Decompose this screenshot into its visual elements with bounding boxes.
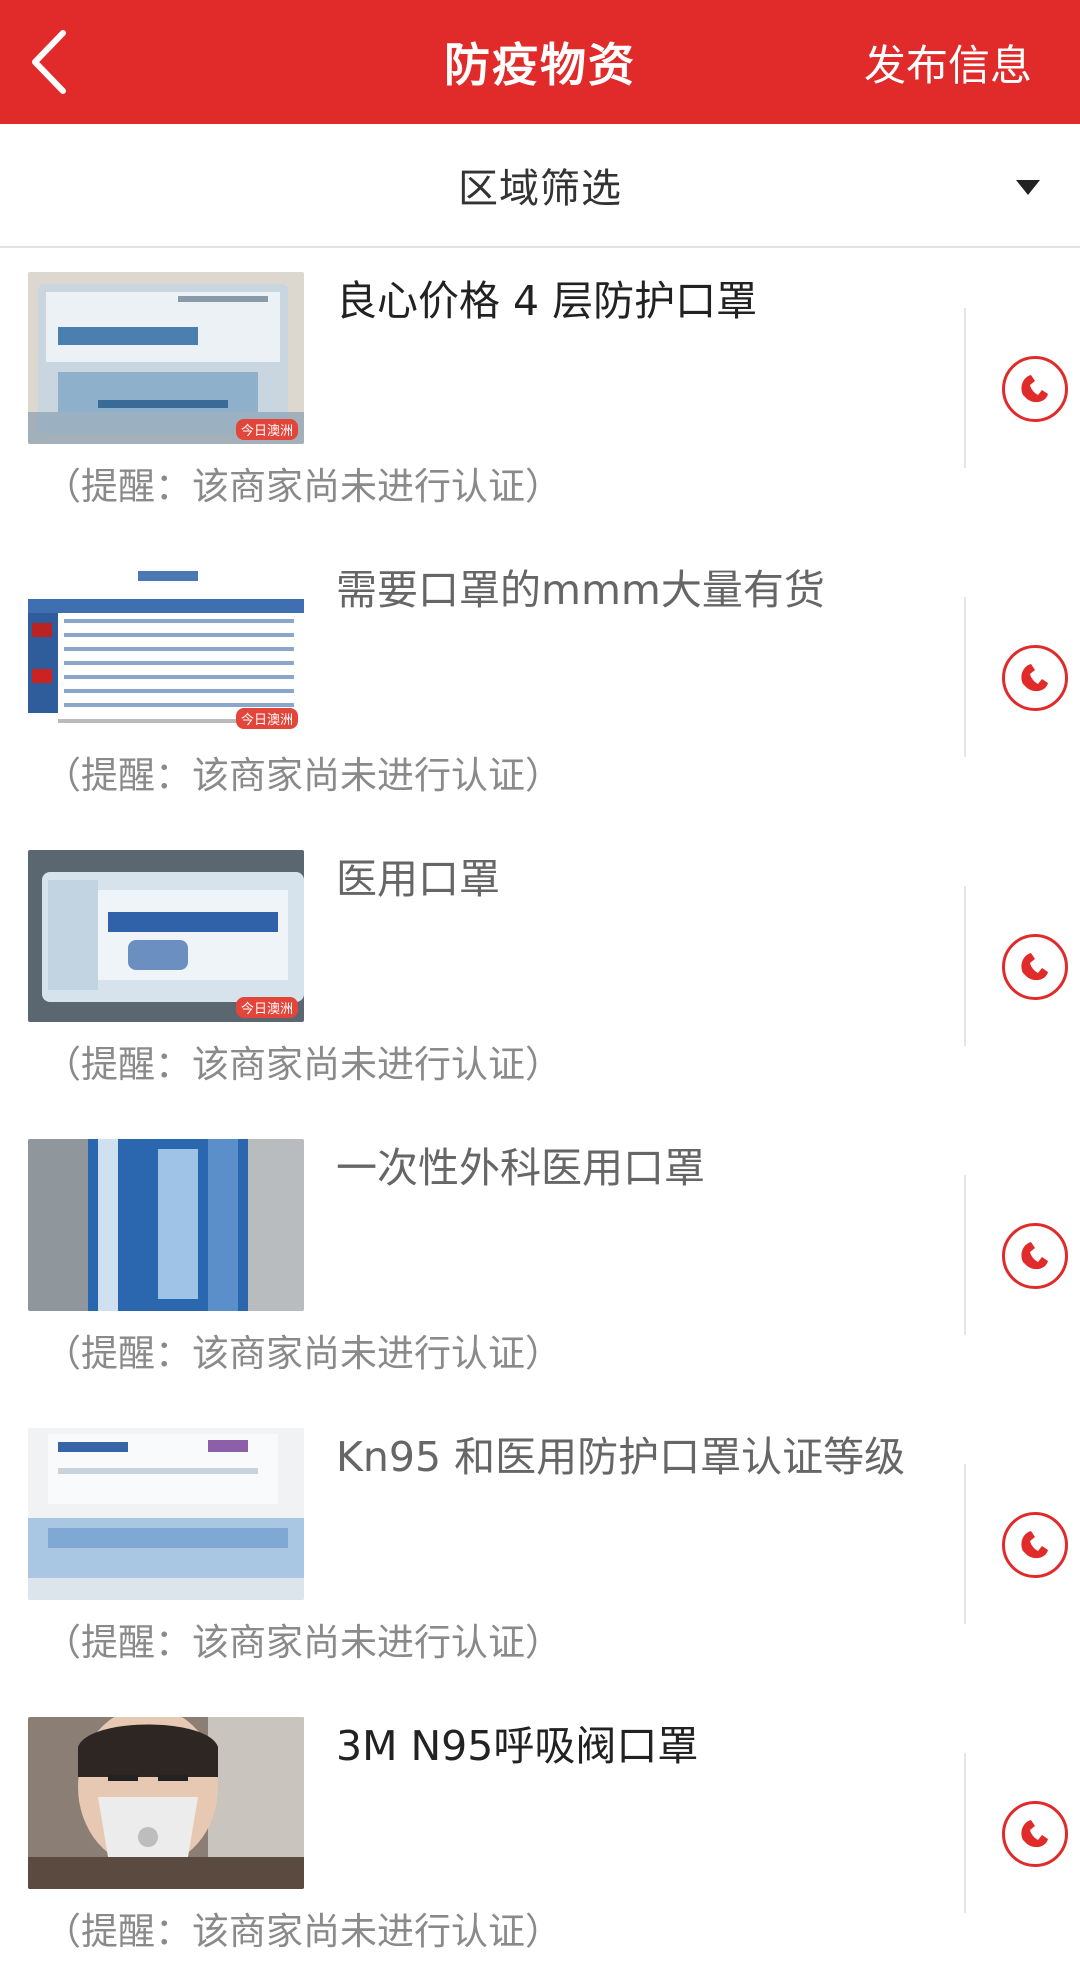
watermark-badge: 今日澳洲: [235, 419, 298, 440]
watermark-badge: 今日澳洲: [235, 997, 298, 1018]
item-thumbnail: [28, 1428, 304, 1600]
item-note: （提醒：该商家尚未进行认证）: [44, 1332, 562, 1375]
phone-icon: [1021, 664, 1048, 692]
item-title: 需要口罩的mmm大量有货: [336, 566, 825, 614]
call-button[interactable]: [1002, 934, 1068, 1000]
phone-icon: [1021, 953, 1048, 981]
list-item[interactable]: 一次性外科医用口罩 （提醒：该商家尚未进行认证）: [0, 1117, 1080, 1406]
call-button[interactable]: [1002, 356, 1068, 422]
divider: [964, 886, 966, 1046]
item-title: 3M N95呼吸阀口罩: [336, 1722, 699, 1770]
back-button[interactable]: [14, 22, 84, 102]
list-item[interactable]: 今日澳洲 医用口罩 （提醒：该商家尚未进行认证）: [0, 828, 1080, 1117]
call-button[interactable]: [1002, 645, 1068, 711]
divider: [964, 308, 966, 468]
item-thumbnail: [28, 1717, 304, 1889]
watermark-badge: 今日澳洲: [235, 708, 298, 729]
divider: [964, 1464, 966, 1624]
product-list: 今日澳洲 良心价格 4 层防护口罩 （提醒：该商家尚未进行认证） 今日澳洲 需要…: [0, 250, 1080, 1964]
divider: [964, 1753, 966, 1913]
item-title: 一次性外科医用口罩: [336, 1144, 705, 1192]
item-note: （提醒：该商家尚未进行认证）: [44, 754, 562, 797]
item-title: Kn95 和医用防护口罩认证等级: [336, 1433, 906, 1481]
publish-button[interactable]: 发布信息: [864, 0, 1032, 124]
item-thumbnail: 今日澳洲: [28, 850, 304, 1022]
caret-down-icon: [1016, 180, 1040, 195]
phone-icon: [1021, 1531, 1048, 1559]
phone-icon: [1021, 375, 1048, 403]
item-note: （提醒：该商家尚未进行认证）: [44, 1910, 562, 1953]
item-note: （提醒：该商家尚未进行认证）: [44, 1043, 562, 1086]
list-item[interactable]: 今日澳洲 需要口罩的mmm大量有货 （提醒：该商家尚未进行认证）: [0, 539, 1080, 828]
item-title: 医用口罩: [336, 855, 500, 903]
call-button[interactable]: [1002, 1512, 1068, 1578]
item-thumbnail: 今日澳洲: [28, 272, 304, 444]
phone-icon: [1021, 1820, 1048, 1848]
item-note: （提醒：该商家尚未进行认证）: [44, 465, 562, 508]
call-button[interactable]: [1002, 1223, 1068, 1289]
divider: [964, 1175, 966, 1335]
item-title: 良心价格 4 层防护口罩: [336, 277, 758, 325]
list-item[interactable]: Kn95 和医用防护口罩认证等级 （提醒：该商家尚未进行认证）: [0, 1406, 1080, 1695]
list-item[interactable]: 3M N95呼吸阀口罩 （提醒：该商家尚未进行认证）: [0, 1695, 1080, 1964]
region-filter-dropdown[interactable]: 区域筛选: [0, 124, 1080, 248]
phone-icon: [1021, 1242, 1048, 1270]
item-thumbnail: [28, 1139, 304, 1311]
top-bar: 防疫物资 发布信息: [0, 0, 1080, 124]
region-filter-label: 区域筛选: [458, 166, 622, 212]
list-item[interactable]: 今日澳洲 良心价格 4 层防护口罩 （提醒：该商家尚未进行认证）: [0, 250, 1080, 539]
item-thumbnail: 今日澳洲: [28, 561, 304, 733]
call-button[interactable]: [1002, 1801, 1068, 1867]
divider: [964, 597, 966, 757]
chevron-left-icon: [32, 30, 66, 94]
item-note: （提醒：该商家尚未进行认证）: [44, 1621, 562, 1664]
